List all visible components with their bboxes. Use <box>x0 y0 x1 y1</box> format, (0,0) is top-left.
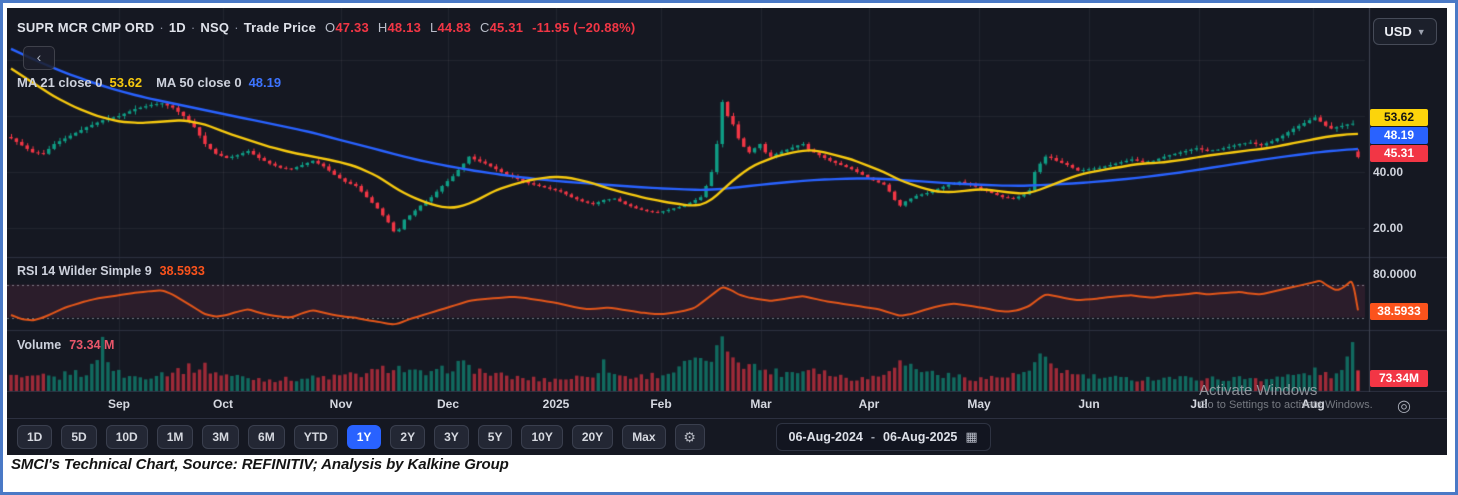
chevron-down-icon: ▼ <box>1416 26 1426 37</box>
range-button-1m[interactable]: 1M <box>156 425 194 449</box>
rsi-tick: 80.0000 <box>1373 267 1417 281</box>
trading-chart-app: SUPR MCR CMP ORD · 1D · NSQ · Trade Price O47.3… <box>7 8 1447 455</box>
time-axis-label: Dec <box>436 397 460 411</box>
time-axis-label: Nov <box>329 397 353 411</box>
price-label-badge: 45.31 <box>1370 145 1428 162</box>
ma-legend: MA 21 close 0 53.62 MA 50 close 0 48.19 <box>17 75 281 90</box>
caption: SMCI's Technical Chart, Source: REFINITI… <box>11 456 509 473</box>
separator-dot: · <box>190 20 196 35</box>
range-button-10d[interactable]: 10D <box>105 425 148 449</box>
time-axis-label: Aug <box>1301 397 1325 411</box>
range-toolbar: 1D 5D 10D 1M 3M 6M YTD 1Y 2Y 3Y 5Y 10Y 20Y Max ⚙ 06-A… <box>7 418 1447 455</box>
range-button-5d[interactable]: 5D <box>61 425 97 449</box>
change-value: -11.95 (−20.88%) <box>532 20 636 35</box>
time-axis-label: Feb <box>650 397 672 411</box>
range-button-5y[interactable]: 5Y <box>477 425 513 449</box>
rsi-value: 38.5933 <box>159 264 205 278</box>
time-axis-label: Oct <box>212 397 234 411</box>
ohlc-value: 47.33 <box>335 20 369 35</box>
volume-legend: Volume 73.34 M <box>17 338 114 352</box>
range-button-1d[interactable]: 1D <box>17 425 53 449</box>
range-button-20y[interactable]: 20Y <box>571 425 614 449</box>
rsi-legend: RSI 14 Wilder Simple 9 38.5933 <box>17 264 205 278</box>
symbol-header: SUPR MCR CMP ORD · 1D · NSQ · Trade Price O47.3… <box>17 20 635 35</box>
separator-dot: · <box>234 20 239 35</box>
ohlc-value: 48.13 <box>387 20 422 35</box>
volume-value: 73.34 M <box>69 338 115 352</box>
range-button-3m[interactable]: 3M <box>202 425 240 449</box>
ma21-value: 53.62 <box>109 75 143 90</box>
target-icon[interactable]: ◎ <box>1397 396 1411 416</box>
gear-icon[interactable]: ⚙ <box>674 424 705 450</box>
ma50-value: 48.19 <box>248 75 282 90</box>
date-from: 06-Aug-2024 <box>788 430 863 444</box>
currency-dropdown[interactable]: USD ▼ <box>1373 18 1437 45</box>
exchange-label: NSQ <box>200 20 230 35</box>
calendar-icon: ▦ <box>965 429 978 444</box>
symbol-name[interactable]: SUPR MCR CMP ORD <box>17 20 154 35</box>
ohlc-key: C <box>480 20 490 35</box>
interval-label[interactable]: 1D <box>169 20 186 35</box>
price-label-badge: 53.62 <box>1370 109 1428 126</box>
time-axis-label: 2025 <box>542 397 570 411</box>
price-tick: 20.00 <box>1373 221 1404 235</box>
rsi-value-badge: 38.5933 <box>1370 303 1428 320</box>
chart-canvas[interactable] <box>7 8 1447 392</box>
date-to: 06-Aug-2025 <box>883 430 958 444</box>
currency-label: USD <box>1384 24 1412 39</box>
ohlc-key: O <box>325 20 336 35</box>
range-button-1y[interactable]: 1Y <box>346 425 382 449</box>
ma50-label: MA 50 close 0 <box>156 75 242 90</box>
time-axis-label: Mar <box>750 397 772 411</box>
date-separator: - <box>870 430 876 444</box>
separator-dot: · <box>159 20 164 35</box>
range-button-6m[interactable]: 6M <box>248 425 285 449</box>
range-button-3y[interactable]: 3Y <box>434 425 469 449</box>
screenshot-frame: SUPR MCR CMP ORD · 1D · NSQ · Trade Price O47.3… <box>0 0 1458 495</box>
volume-value-badge: 73.34M <box>1370 370 1428 387</box>
ohlc-value: 44.83 <box>437 20 472 35</box>
time-axis-label: Sep <box>107 397 131 411</box>
back-button chevron-left-icon[interactable]: ‹ <box>23 46 55 70</box>
range-button-10y[interactable]: 10Y <box>521 425 563 449</box>
price-tick: 40.00 <box>1373 165 1404 179</box>
range-button-ytd[interactable]: YTD <box>293 425 338 449</box>
time-axis-label: Jun <box>1078 397 1100 411</box>
price-label-badge: 48.19 <box>1370 127 1428 144</box>
date-range-picker[interactable]: 06-Aug-2024 - 06-Aug-2025 ▦ <box>775 423 991 451</box>
price-type-label: Trade Price <box>243 20 317 35</box>
range-button-2y[interactable]: 2Y <box>390 425 426 449</box>
ohlc-values: O47.33 H48.13 L44.83 C45.31 <box>316 20 523 35</box>
ma21-label: MA 21 close 0 <box>17 75 103 90</box>
time-axis-label: May <box>967 397 991 411</box>
range-button-max[interactable]: Max <box>622 425 666 449</box>
time-axis-label: Apr <box>858 397 880 411</box>
rsi-label: RSI 14 Wilder Simple 9 <box>17 264 152 278</box>
time-axis[interactable]: Sep Oct Nov Dec 2025 Feb Mar Apr May Jun Jul Aug <box>7 392 1447 418</box>
ohlc-value: 45.31 <box>489 20 524 35</box>
volume-label: Volume <box>17 338 62 352</box>
time-axis-label: Jul <box>1190 397 1208 411</box>
